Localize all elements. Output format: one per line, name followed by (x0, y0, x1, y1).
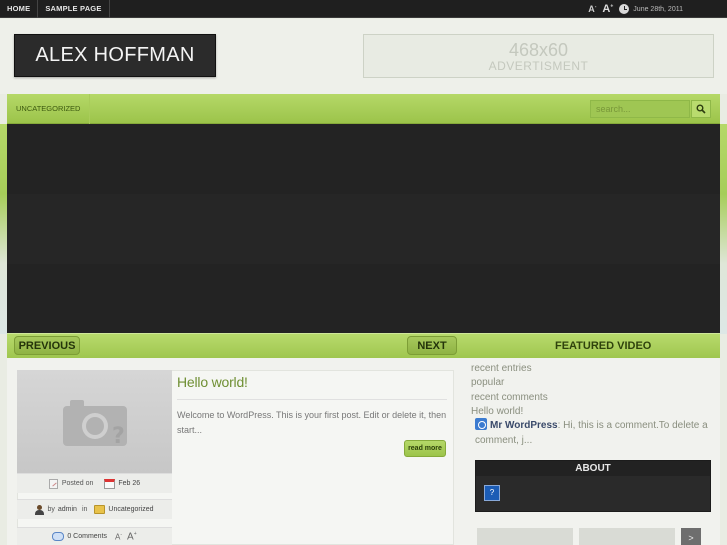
decrease-font-button[interactable]: A- (588, 4, 596, 14)
camera-placeholder-icon: ? (62, 399, 127, 447)
about-widget: ABOUT ? (475, 460, 711, 512)
top-navigation: HOME SAMPLE PAGE (0, 0, 110, 18)
post-meta-comments: 0 Comments A- A+ (17, 527, 172, 545)
tab-recent-entries[interactable]: recent entries (471, 362, 548, 376)
slider-band (7, 194, 720, 264)
increase-font-button[interactable]: A+ (602, 3, 613, 15)
featured-video-heading: FEATURED VIDEO (555, 340, 652, 352)
tab-popular[interactable]: popular (471, 376, 548, 390)
top-bar-tools: A- A+ June 28th, 2011 (588, 0, 727, 18)
advertisement-banner[interactable]: 468x60 ADVERTISMENT (363, 34, 714, 78)
increase-font-sup: + (610, 3, 614, 10)
video-thumbnail[interactable] (477, 528, 573, 545)
featured-slider[interactable] (7, 124, 720, 333)
user-icon (35, 504, 45, 515)
post-excerpt: Welcome to WordPress. This is your first… (177, 410, 447, 435)
in-label: in (81, 506, 88, 513)
nav-category-uncategorized[interactable]: UNCATEGORIZED (7, 94, 91, 124)
posted-on-label: Posted on (61, 480, 94, 487)
post-increase-font-label: A (127, 531, 134, 543)
post-category-link[interactable]: Uncategorized (108, 506, 153, 513)
category-navigation: UNCATEGORIZED (7, 94, 720, 124)
pencil-icon (48, 478, 58, 489)
search-button[interactable] (691, 100, 711, 118)
ad-label: ADVERTISMENT (488, 59, 589, 73)
comment-bubble-icon (52, 532, 65, 541)
calendar-icon (104, 478, 116, 489)
nav-sample-page-link[interactable]: SAMPLE PAGE (38, 0, 110, 18)
post-date: Feb 26 (118, 480, 141, 487)
svg-text:?: ? (112, 424, 125, 447)
ad-size-label: 468x60 (508, 40, 569, 60)
next-button[interactable]: NEXT (407, 336, 457, 355)
recent-comment-item: Mr WordPress: Hi, this is a comment.To d… (475, 418, 720, 448)
slider-side-right (720, 124, 727, 334)
post-increase-font-sup: + (133, 530, 137, 537)
post-meta-author: by admin in Uncategorized (17, 499, 172, 519)
search-input[interactable] (590, 100, 690, 118)
current-date: June 28th, 2011 (633, 5, 683, 13)
post-comments-link[interactable]: 0 Comments (67, 533, 107, 540)
site-header: ALEX HOFFMAN 468x60 ADVERTISMENT (0, 19, 727, 94)
broken-image-icon: ? (484, 485, 500, 501)
video-thumbnail[interactable] (579, 528, 675, 545)
read-more-button[interactable]: read more (404, 440, 446, 457)
tab-recent-comments[interactable]: recent comments (471, 391, 548, 405)
post-decrease-font-sup: - (120, 531, 123, 538)
sidebar-tabs: recent entries popular recent comments H… (471, 362, 548, 419)
post-title-link[interactable]: Hello world! (177, 374, 248, 390)
site-logo[interactable]: ALEX HOFFMAN (14, 34, 216, 77)
folder-icon (94, 505, 106, 514)
nav-home-link[interactable]: HOME (0, 0, 39, 18)
comment-author-link[interactable]: Mr WordPress (490, 420, 558, 431)
about-title: ABOUT (476, 461, 710, 476)
post-meta-date: Posted on Feb 26 (17, 473, 172, 493)
post-decrease-font-button[interactable]: A- (115, 532, 122, 542)
post-divider (177, 399, 447, 400)
clock-icon (619, 4, 630, 14)
comment-avatar-icon (475, 418, 487, 430)
slider-controls-bar: PREVIOUS NEXT FEATURED VIDEO (7, 333, 720, 358)
top-bar: HOME SAMPLE PAGE A- A+ June 28th, 2011 (0, 0, 727, 18)
previous-button[interactable]: PREVIOUS (14, 336, 80, 355)
slider-side-left (0, 124, 7, 334)
post-increase-font-button[interactable]: A+ (127, 531, 137, 542)
search-icon (696, 104, 706, 114)
decrease-font-sup: - (594, 4, 597, 10)
post-author-link[interactable]: admin (58, 506, 77, 513)
by-label: by (47, 506, 55, 513)
post-thumbnail[interactable]: ? (17, 370, 172, 473)
carousel-next-button[interactable]: > (681, 528, 701, 545)
